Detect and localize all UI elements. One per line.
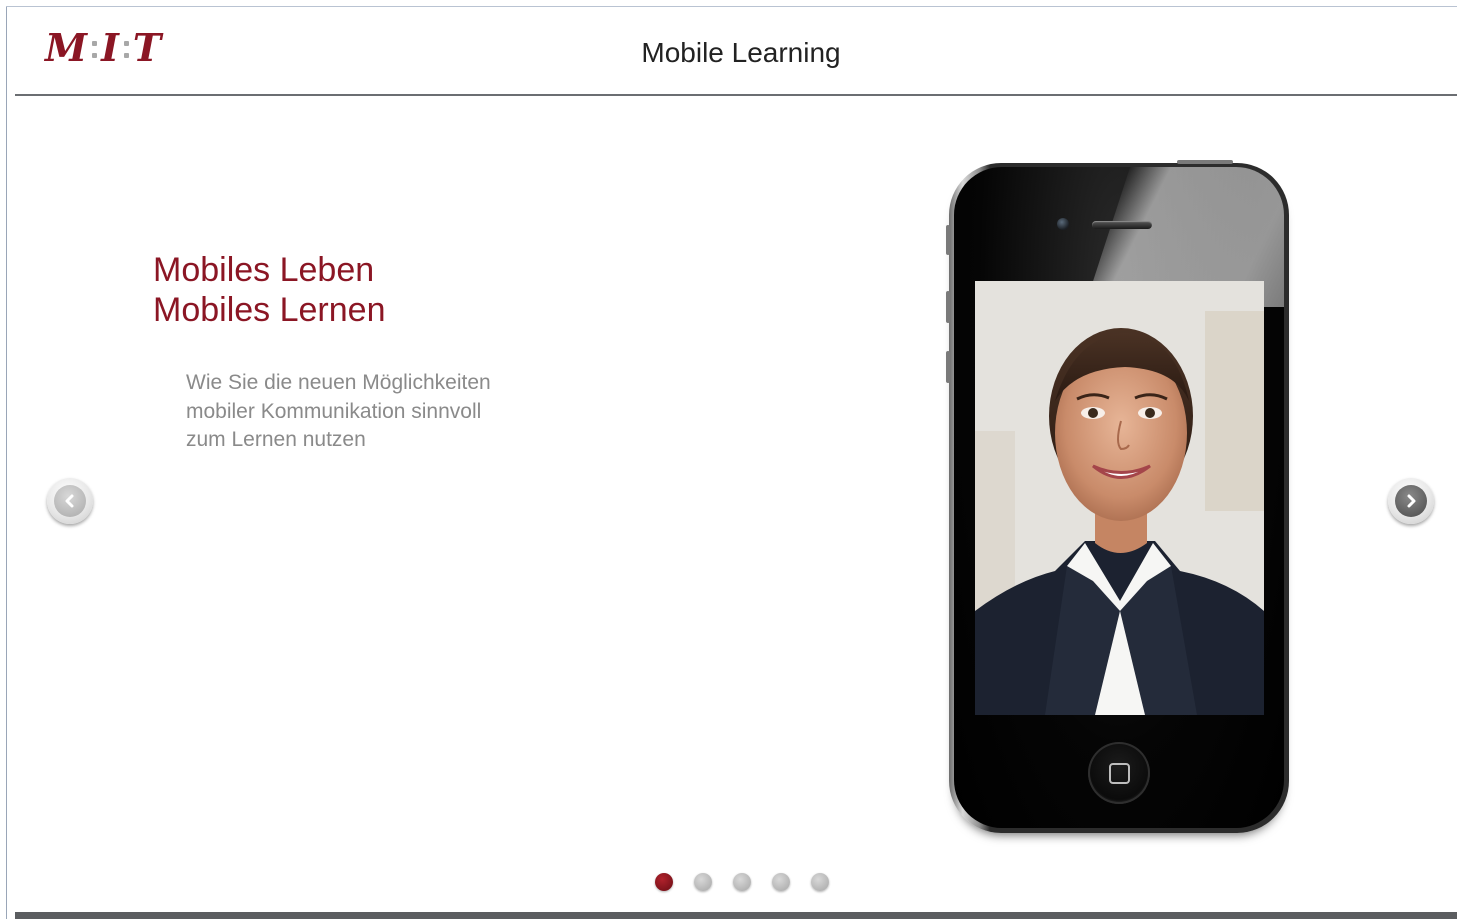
phone-body — [954, 167, 1284, 828]
slide-description: Wie Sie die neuen Möglichkeiten mobiler … — [186, 369, 546, 455]
next-slide-button[interactable] — [1388, 478, 1434, 524]
earpiece-speaker — [1092, 221, 1152, 229]
header: M I T Mobile Learning — [15, 7, 1457, 95]
carousel-dot-2[interactable] — [694, 873, 712, 891]
phone-volume-down — [946, 351, 950, 383]
footer-bar — [15, 912, 1457, 919]
phone-power-button — [1177, 160, 1233, 164]
left-border — [6, 6, 7, 919]
previous-slide-button[interactable] — [47, 478, 93, 524]
carousel-dot-4[interactable] — [772, 873, 790, 891]
description-line-1: Wie Sie die neuen Möglichkeiten — [186, 371, 491, 394]
businesswoman-portrait — [975, 281, 1264, 715]
description-line-2: mobiler Kommunikation sinnvoll — [186, 399, 482, 423]
chevron-left-icon — [65, 494, 74, 508]
front-camera-icon — [1057, 218, 1069, 230]
header-divider — [15, 94, 1457, 96]
chevron-right-icon — [1407, 494, 1416, 508]
page-title: Mobile Learning — [641, 37, 841, 68]
home-button[interactable] — [1088, 742, 1150, 804]
headline-line-1: Mobiles Leben — [153, 251, 375, 289]
carousel-dot-1[interactable] — [655, 873, 673, 891]
phone-screen-photo — [975, 281, 1264, 715]
phone-volume-up — [946, 291, 950, 323]
description-line-3: zum Lernen nutzen — [186, 428, 366, 451]
slide-headline: Mobiles Leben Mobiles Lernen — [153, 250, 385, 330]
carousel-pagination — [655, 873, 829, 893]
home-square-icon — [1108, 762, 1130, 784]
app-frame: M I T Mobile Learning Mobiles Leben Mobi… — [0, 0, 1457, 919]
carousel-dot-5[interactable] — [811, 873, 829, 891]
smartphone-illustration — [946, 160, 1289, 833]
carousel-dot-3[interactable] — [733, 873, 751, 891]
phone-mute-switch — [946, 225, 950, 255]
headline-line-2: Mobiles Lernen — [153, 291, 386, 329]
